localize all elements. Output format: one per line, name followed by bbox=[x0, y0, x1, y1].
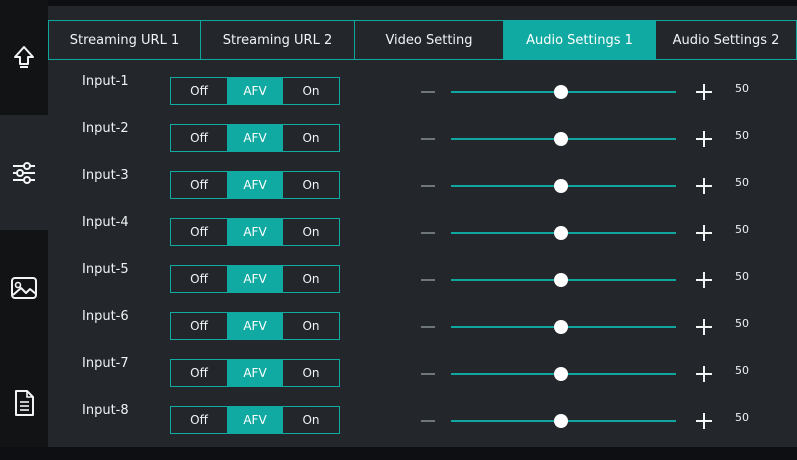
volume-value: 50 bbox=[735, 129, 749, 142]
mode-selector: Off AFV On bbox=[170, 77, 340, 105]
mode-selector: Off AFV On bbox=[170, 406, 340, 434]
volume-decrease-button[interactable] bbox=[421, 232, 435, 234]
tab-audio-settings-1[interactable]: Audio Settings 1 bbox=[504, 20, 656, 60]
mode-option-on[interactable]: On bbox=[283, 313, 339, 339]
mode-option-afv[interactable]: AFV bbox=[227, 407, 283, 433]
input-label: Input-7 bbox=[82, 356, 129, 371]
input-row: Input-7 Off AFV On 50 bbox=[48, 356, 797, 389]
volume-slider-handle[interactable] bbox=[553, 226, 568, 240]
volume-increase-button[interactable] bbox=[696, 225, 712, 241]
volume-decrease-button[interactable] bbox=[421, 138, 435, 140]
mode-option-off[interactable]: Off bbox=[171, 219, 227, 245]
volume-slider-handle[interactable] bbox=[553, 179, 568, 193]
mode-option-afv[interactable]: AFV bbox=[227, 219, 283, 245]
mode-option-afv[interactable]: AFV bbox=[227, 172, 283, 198]
tab-streaming-url-2[interactable]: Streaming URL 2 bbox=[201, 20, 355, 60]
sidebar-item-document[interactable] bbox=[0, 345, 48, 460]
upload-arrow-icon bbox=[13, 45, 35, 71]
input-label: Input-5 bbox=[82, 262, 129, 277]
tab-video-setting[interactable]: Video Setting bbox=[355, 20, 504, 60]
input-label: Input-2 bbox=[82, 121, 129, 136]
volume-increase-button[interactable] bbox=[696, 319, 712, 335]
volume-slider-handle[interactable] bbox=[553, 85, 568, 99]
mode-selector: Off AFV On bbox=[170, 171, 340, 199]
volume-slider-handle[interactable] bbox=[553, 367, 568, 381]
sidebar bbox=[0, 0, 48, 447]
mode-selector: Off AFV On bbox=[170, 265, 340, 293]
volume-increase-button[interactable] bbox=[696, 131, 712, 147]
volume-decrease-button[interactable] bbox=[421, 420, 435, 422]
audio-settings-panel: Streaming URL 1 Streaming URL 2 Video Se… bbox=[48, 6, 797, 447]
input-label: Input-3 bbox=[82, 168, 129, 183]
mode-option-on[interactable]: On bbox=[283, 125, 339, 151]
mode-option-off[interactable]: Off bbox=[171, 313, 227, 339]
mode-option-off[interactable]: Off bbox=[171, 125, 227, 151]
mode-option-afv[interactable]: AFV bbox=[227, 266, 283, 292]
input-label: Input-4 bbox=[82, 215, 129, 230]
input-row: Input-1 Off AFV On 50 bbox=[48, 74, 797, 107]
mode-option-off[interactable]: Off bbox=[171, 360, 227, 386]
sliders-icon bbox=[11, 160, 37, 186]
mode-option-afv[interactable]: AFV bbox=[227, 313, 283, 339]
volume-increase-button[interactable] bbox=[696, 272, 712, 288]
mode-option-on[interactable]: On bbox=[283, 172, 339, 198]
mode-option-off[interactable]: Off bbox=[171, 78, 227, 104]
input-row: Input-6 Off AFV On 50 bbox=[48, 309, 797, 342]
mode-selector: Off AFV On bbox=[170, 124, 340, 152]
input-label: Input-6 bbox=[82, 309, 129, 324]
input-row: Input-5 Off AFV On 50 bbox=[48, 262, 797, 295]
mode-option-afv[interactable]: AFV bbox=[227, 125, 283, 151]
mode-option-on[interactable]: On bbox=[283, 78, 339, 104]
volume-slider-handle[interactable] bbox=[553, 320, 568, 334]
volume-value: 50 bbox=[735, 270, 749, 283]
tab-audio-settings-2[interactable]: Audio Settings 2 bbox=[656, 20, 797, 60]
input-label: Input-8 bbox=[82, 403, 129, 418]
mode-option-afv[interactable]: AFV bbox=[227, 360, 283, 386]
sidebar-item-upload[interactable] bbox=[0, 0, 48, 115]
input-row: Input-2 Off AFV On 50 bbox=[48, 121, 797, 154]
input-row: Input-8 Off AFV On 50 bbox=[48, 403, 797, 436]
image-icon bbox=[10, 276, 38, 300]
volume-value: 50 bbox=[735, 411, 749, 424]
volume-value: 50 bbox=[735, 82, 749, 95]
mode-option-on[interactable]: On bbox=[283, 360, 339, 386]
volume-value: 50 bbox=[735, 176, 749, 189]
sidebar-item-settings[interactable] bbox=[0, 115, 48, 230]
mode-selector: Off AFV On bbox=[170, 312, 340, 340]
input-label: Input-1 bbox=[82, 74, 129, 89]
volume-decrease-button[interactable] bbox=[421, 373, 435, 375]
volume-increase-button[interactable] bbox=[696, 413, 712, 429]
mode-option-afv[interactable]: AFV bbox=[227, 78, 283, 104]
mode-option-off[interactable]: Off bbox=[171, 172, 227, 198]
volume-value: 50 bbox=[735, 364, 749, 377]
volume-increase-button[interactable] bbox=[696, 366, 712, 382]
input-row: Input-3 Off AFV On 50 bbox=[48, 168, 797, 201]
tab-streaming-url-1[interactable]: Streaming URL 1 bbox=[48, 20, 201, 60]
mode-option-on[interactable]: On bbox=[283, 219, 339, 245]
volume-decrease-button[interactable] bbox=[421, 185, 435, 187]
volume-increase-button[interactable] bbox=[696, 84, 712, 100]
volume-value: 50 bbox=[735, 317, 749, 330]
volume-slider-handle[interactable] bbox=[553, 414, 568, 428]
volume-decrease-button[interactable] bbox=[421, 279, 435, 281]
mode-selector: Off AFV On bbox=[170, 218, 340, 246]
mode-option-off[interactable]: Off bbox=[171, 266, 227, 292]
volume-value: 50 bbox=[735, 223, 749, 236]
input-row: Input-4 Off AFV On 50 bbox=[48, 215, 797, 248]
tab-bar: Streaming URL 1 Streaming URL 2 Video Se… bbox=[48, 20, 797, 62]
volume-decrease-button[interactable] bbox=[421, 326, 435, 328]
volume-decrease-button[interactable] bbox=[421, 91, 435, 93]
volume-slider-handle[interactable] bbox=[553, 132, 568, 146]
mode-option-off[interactable]: Off bbox=[171, 407, 227, 433]
mode-option-on[interactable]: On bbox=[283, 407, 339, 433]
mode-selector: Off AFV On bbox=[170, 359, 340, 387]
volume-slider-handle[interactable] bbox=[553, 273, 568, 287]
volume-increase-button[interactable] bbox=[696, 178, 712, 194]
sidebar-item-image[interactable] bbox=[0, 230, 48, 345]
document-icon bbox=[13, 389, 35, 417]
mode-option-on[interactable]: On bbox=[283, 266, 339, 292]
